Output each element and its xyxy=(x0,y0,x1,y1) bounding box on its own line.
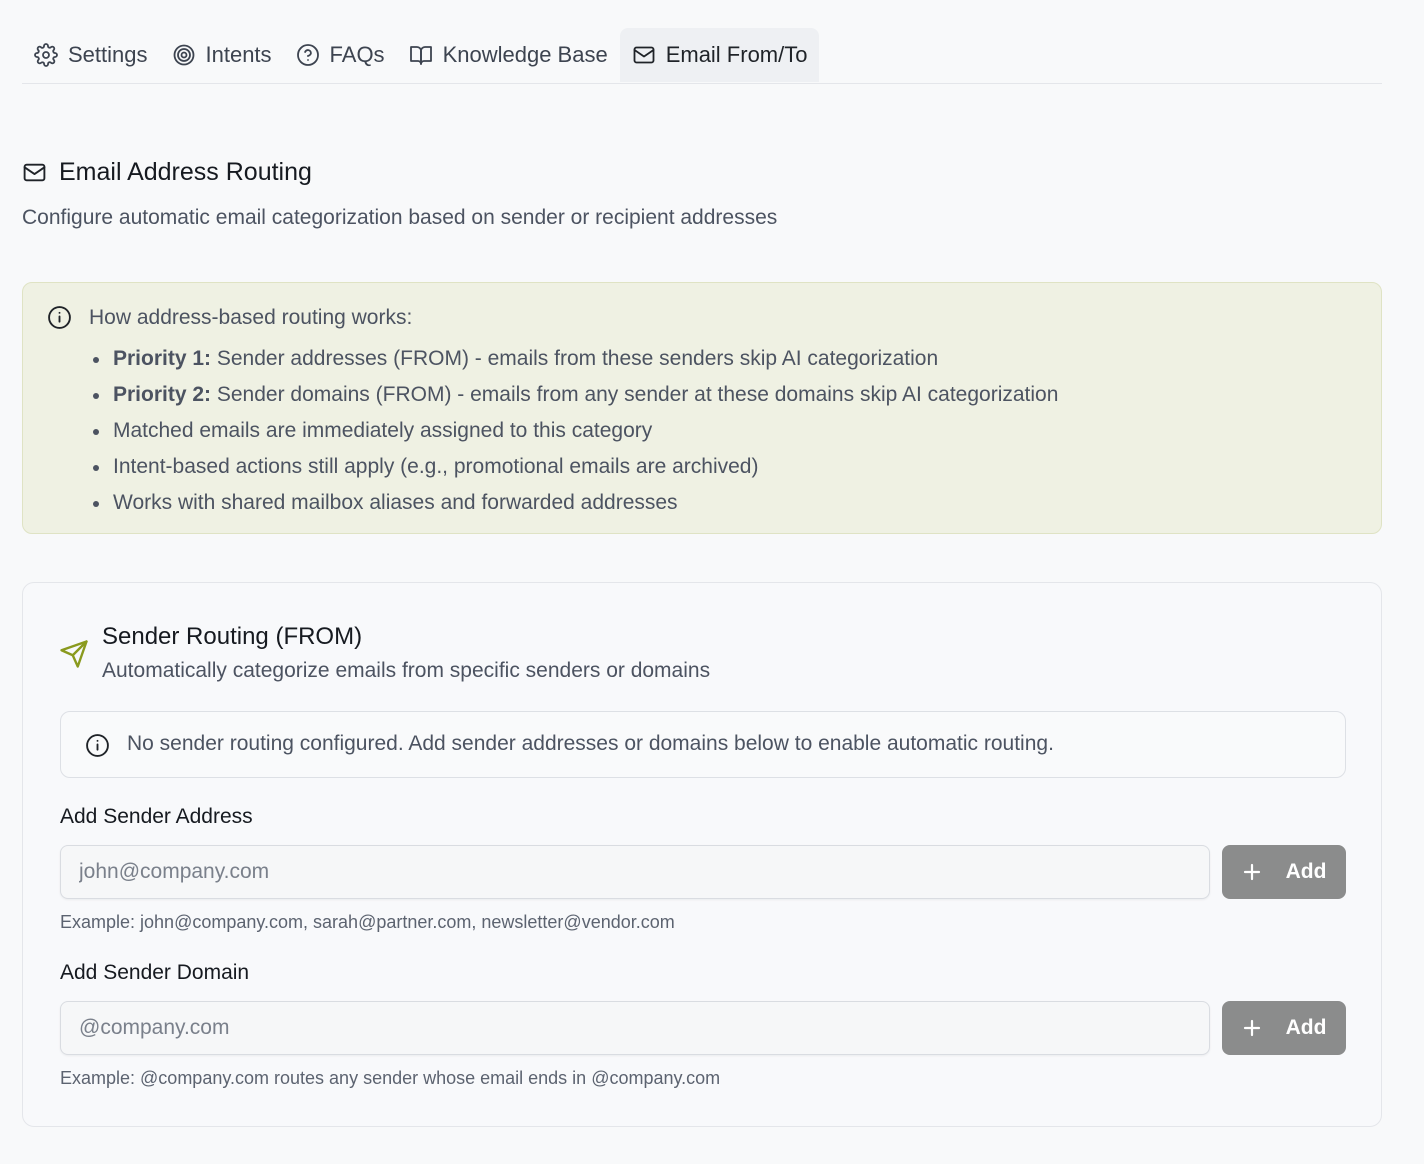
tab-email-from-to[interactable]: Email From/To xyxy=(619,28,820,82)
list-item-text: Sender domains (FROM) - emails from any … xyxy=(211,383,1059,406)
tab-faqs[interactable]: FAQs xyxy=(284,28,397,82)
add-sender-address-button[interactable]: Add xyxy=(1222,845,1346,899)
card-description: Automatically categorize emails from spe… xyxy=(102,659,711,682)
info-title: How address-based routing works: xyxy=(89,306,413,329)
list-item-text: Intent-based actions still apply (e.g., … xyxy=(113,455,759,478)
gear-icon xyxy=(34,43,58,67)
list-item: Works with shared mailbox aliases and fo… xyxy=(92,485,1058,521)
page-title: Email Address Routing xyxy=(22,158,312,187)
routing-info-box: How address-based routing works: Priorit… xyxy=(22,282,1382,534)
list-item: Intent-based actions still apply (e.g., … xyxy=(92,449,1058,485)
notice-text: No sender routing configured. Add sender… xyxy=(127,732,1054,755)
button-label: Add xyxy=(1285,1016,1327,1039)
empty-routing-notice: No sender routing configured. Add sender… xyxy=(60,711,1346,778)
email-routing-page: Settings Intents FAQs Knowledge Base Ema… xyxy=(0,0,1424,1164)
tab-label: FAQs xyxy=(329,42,385,67)
add-sender-domain-button[interactable]: Add xyxy=(1222,1001,1346,1055)
tab-label: Email From/To xyxy=(665,42,808,67)
list-item: Priority 2: Sender domains (FROM) - emai… xyxy=(92,377,1059,413)
sender-address-hint: Example: john@company.com, sarah@partner… xyxy=(60,912,675,932)
sender-address-label: Add Sender Address xyxy=(60,805,253,828)
list-item: Priority 1: Sender addresses (FROM) - em… xyxy=(92,341,1058,377)
tab-bar: Settings Intents FAQs Knowledge Base Ema… xyxy=(22,28,1382,84)
priority-label: Priority 2: xyxy=(113,383,212,406)
tab-intents[interactable]: Intents xyxy=(160,28,284,82)
list-item-text: Matched emails are immediately assigned … xyxy=(113,419,653,442)
help-circle-icon xyxy=(296,44,319,66)
priority-label: Priority 1: xyxy=(113,347,212,370)
mail-icon xyxy=(23,163,46,182)
sender-domain-label: Add Sender Domain xyxy=(60,961,250,984)
mail-icon xyxy=(633,46,655,64)
list-item-text: Works with shared mailbox aliases and fo… xyxy=(113,491,678,514)
page-subtitle: Configure automatic email categorization… xyxy=(22,206,778,229)
sender-routing-card: Sender Routing (FROM) Automatically cate… xyxy=(22,582,1382,1127)
tab-label: Settings xyxy=(68,42,148,67)
sender-domain-hint: Example: @company.com routes any sender … xyxy=(60,1068,721,1088)
info-icon xyxy=(85,733,110,763)
list-item-text: Sender addresses (FROM) - emails from th… xyxy=(211,347,939,370)
tab-label: Intents xyxy=(205,42,272,67)
button-label: Add xyxy=(1285,860,1327,883)
sender-address-input[interactable] xyxy=(60,845,1210,899)
sender-domain-input[interactable] xyxy=(60,1001,1210,1055)
info-list: Priority 1: Sender addresses (FROM) - em… xyxy=(92,341,1059,521)
plus-icon xyxy=(1243,1019,1260,1037)
page-title-text: Email Address Routing xyxy=(59,158,312,186)
target-icon xyxy=(173,44,194,66)
list-item: Matched emails are immediately assigned … xyxy=(92,413,1058,449)
book-open-icon xyxy=(409,46,432,65)
tab-knowledge-base[interactable]: Knowledge Base xyxy=(397,28,620,82)
plus-icon xyxy=(1243,863,1260,881)
tab-label: Knowledge Base xyxy=(442,42,608,67)
info-icon xyxy=(47,305,72,335)
send-icon xyxy=(59,639,89,674)
card-title: Sender Routing (FROM) xyxy=(102,623,363,650)
tab-settings[interactable]: Settings xyxy=(22,28,160,82)
